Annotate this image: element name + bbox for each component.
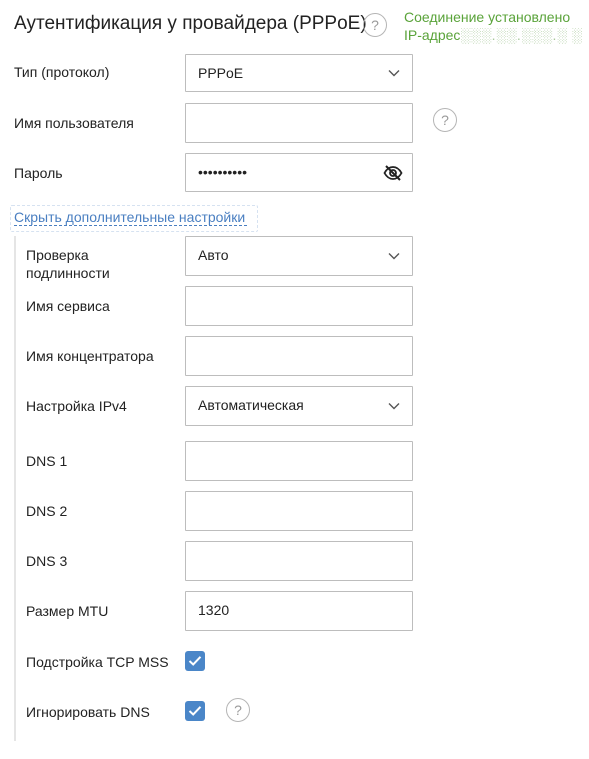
- password-label: Пароль: [14, 165, 63, 181]
- ignore-dns-checkbox[interactable]: [185, 701, 205, 721]
- tcp-mss-label: Подстройка TCP MSS: [26, 654, 169, 670]
- service-field[interactable]: [185, 286, 413, 326]
- protocol-select[interactable]: PPPoE: [185, 54, 413, 92]
- status-ip: IP-адрес░░░.░░.░░░.░ ░: [404, 26, 582, 44]
- dns1-label: DNS 1: [26, 453, 68, 469]
- auth-label: Проверка подлинности: [26, 246, 110, 282]
- password-field[interactable]: ••••••••••: [185, 153, 413, 192]
- auth-label-line1: Проверка: [26, 247, 89, 263]
- help-icon[interactable]: ?: [363, 13, 387, 37]
- protocol-label: Тип (протокол): [14, 64, 110, 80]
- status-text: Соединение установлено: [404, 9, 571, 25]
- chevron-down-icon: [388, 403, 400, 410]
- auth-select[interactable]: Авто: [185, 236, 413, 276]
- page-title: Аутентификация у провайдера (PPPoE): [14, 13, 367, 34]
- hide-advanced-link[interactable]: Скрыть дополнительные настройки: [14, 208, 248, 226]
- help-icon[interactable]: ?: [226, 698, 250, 722]
- dns3-field[interactable]: [185, 541, 413, 581]
- mtu-field[interactable]: 1320: [185, 591, 413, 631]
- dns2-label: DNS 2: [26, 503, 68, 519]
- protocol-value: PPPoE: [198, 65, 244, 81]
- ipv4-select[interactable]: Автоматическая: [185, 386, 413, 426]
- concentrator-field[interactable]: [185, 336, 413, 376]
- password-value: ••••••••••: [198, 164, 248, 180]
- auth-label-line2: подлинности: [26, 265, 110, 281]
- username-field[interactable]: [185, 103, 413, 143]
- chevron-down-icon: [388, 253, 400, 260]
- mtu-value: 1320: [198, 602, 230, 618]
- ipv4-value: Автоматическая: [198, 397, 304, 413]
- status-ip-label: IP-адрес: [404, 27, 461, 43]
- dns1-field[interactable]: [185, 441, 413, 481]
- advanced-section-divider: [14, 236, 16, 741]
- checkmark-icon: [188, 706, 202, 716]
- mtu-label: Размер MTU: [26, 603, 109, 619]
- username-label: Имя пользователя: [14, 115, 134, 131]
- status-ip-value: ░░░.░░.░░░.░ ░: [460, 27, 583, 43]
- auth-value: Авто: [198, 247, 229, 263]
- tcp-mss-checkbox[interactable]: [185, 651, 205, 671]
- ignore-dns-label: Игнорировать DNS: [26, 704, 150, 720]
- checkmark-icon: [188, 656, 202, 666]
- chevron-down-icon: [388, 70, 400, 77]
- dns2-field[interactable]: [185, 491, 413, 531]
- dns3-label: DNS 3: [26, 553, 68, 569]
- eye-off-icon[interactable]: [383, 163, 403, 183]
- service-label: Имя сервиса: [26, 298, 110, 314]
- help-icon[interactable]: ?: [433, 108, 457, 132]
- concentrator-label: Имя концентратора: [26, 348, 154, 364]
- connection-status: Соединение установлено IP-адрес░░░.░░.░░…: [404, 8, 582, 44]
- ipv4-label: Настройка IPv4: [26, 398, 127, 414]
